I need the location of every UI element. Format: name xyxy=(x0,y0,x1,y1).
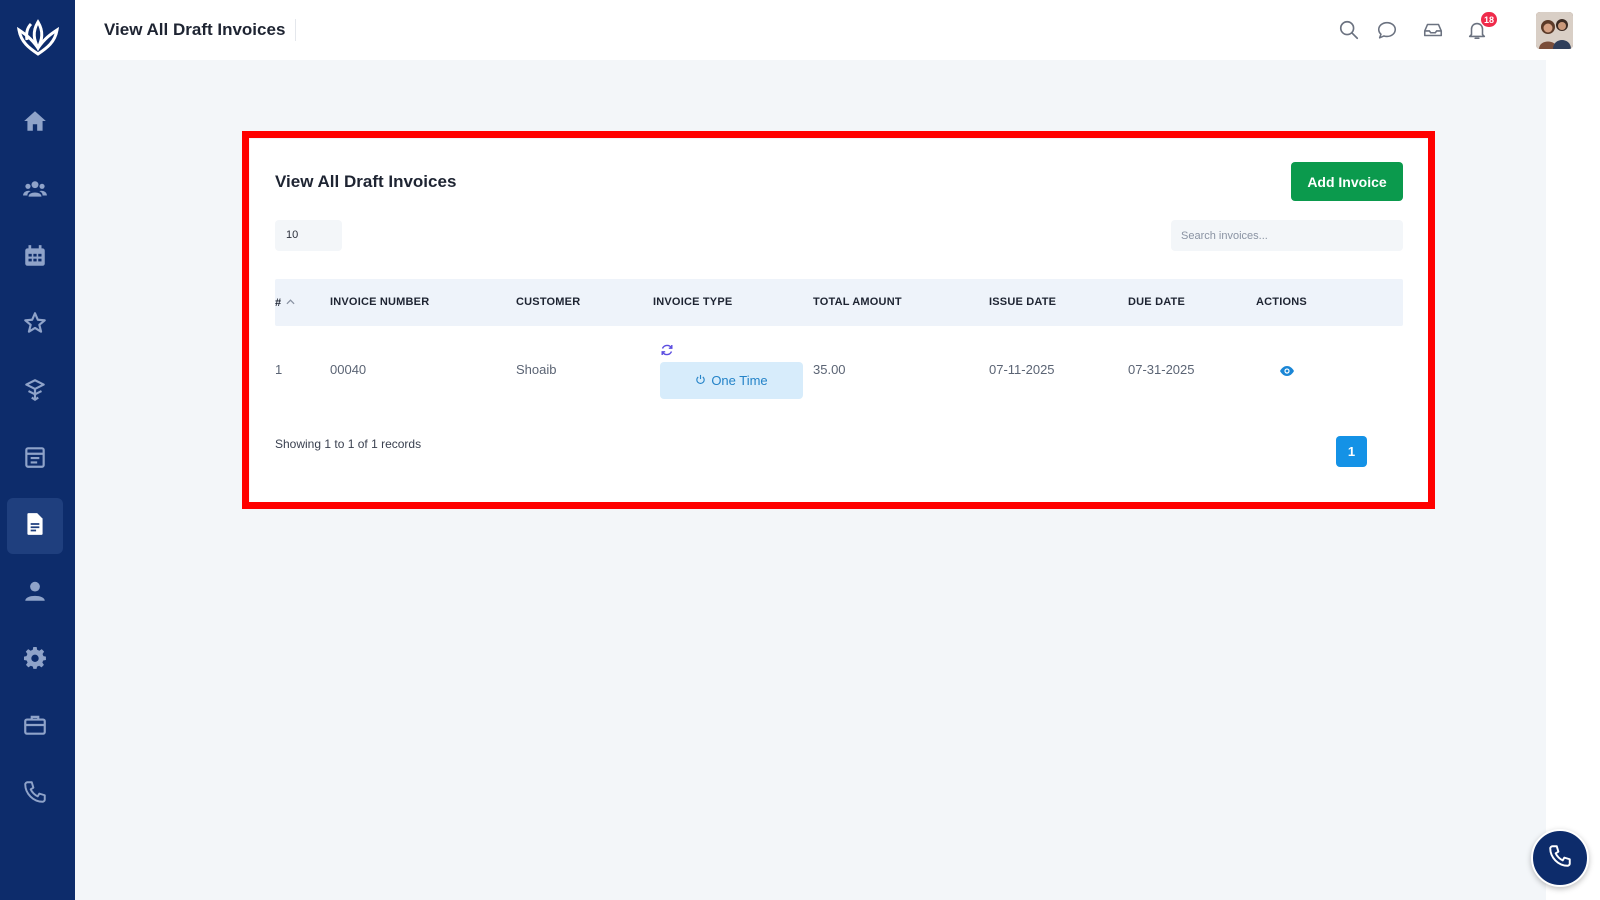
column-header-customer[interactable]: CUSTOMER xyxy=(516,296,580,308)
records-summary: Showing 1 to 1 of 1 records xyxy=(275,437,422,451)
briefcase-icon xyxy=(22,712,48,743)
schedule-icon xyxy=(22,444,48,475)
sidebar xyxy=(0,0,75,900)
page-title: View All Draft Invoices xyxy=(104,19,297,41)
right-gutter xyxy=(1546,60,1600,900)
gear-icon xyxy=(22,645,48,676)
pagination-page-button[interactable]: 1 xyxy=(1336,436,1367,467)
sidebar-item-favorites[interactable] xyxy=(7,297,63,353)
phone-call-icon xyxy=(1547,843,1573,874)
page-size-select[interactable]: 10 xyxy=(275,220,342,251)
due-date: 07-31-2025 xyxy=(1128,362,1195,377)
search-icon[interactable] xyxy=(1337,18,1361,42)
calendar-icon xyxy=(22,243,48,274)
draft-invoices-card: View All Draft Invoices Add Invoice 10 #… xyxy=(250,139,1428,502)
power-icon xyxy=(695,373,706,388)
call-button[interactable] xyxy=(1531,829,1589,887)
notification-badge: 18 xyxy=(1480,12,1497,27)
column-header-index[interactable]: # xyxy=(275,296,295,309)
star-icon xyxy=(22,310,48,341)
row-index: 1 xyxy=(275,362,283,377)
phone-icon xyxy=(22,779,48,810)
table-row: 1 00040 Shoaib One Time 35.00 07-11-2025… xyxy=(275,326,1403,414)
sidebar-item-inventory[interactable] xyxy=(7,364,63,420)
invoice-number: 00040 xyxy=(330,362,367,377)
column-header-total-amount[interactable]: TOTAL AMOUNT xyxy=(813,296,902,308)
invoice-icon xyxy=(22,511,48,542)
sidebar-item-profile[interactable] xyxy=(7,565,63,621)
brand-logo-icon[interactable] xyxy=(15,18,61,58)
sidebar-item-jobs[interactable] xyxy=(7,699,63,755)
issue-date: 07-11-2025 xyxy=(989,362,1055,377)
sidebar-item-settings[interactable] xyxy=(7,632,63,688)
home-icon xyxy=(22,108,48,139)
column-header-due-date[interactable]: DUE DATE xyxy=(1128,296,1185,308)
column-header-actions: ACTIONS xyxy=(1256,296,1307,308)
sidebar-item-schedule[interactable] xyxy=(7,431,63,487)
invoice-type-label: One Time xyxy=(711,373,768,388)
sidebar-item-users[interactable] xyxy=(7,163,63,219)
customer-name: Shoaib xyxy=(516,362,557,377)
avatar[interactable] xyxy=(1536,12,1573,49)
top-bar: View All Draft Invoices 18 xyxy=(75,0,1600,60)
recurring-icon xyxy=(660,343,674,357)
sort-up-icon[interactable] xyxy=(286,296,295,308)
invoice-type-badge: One Time xyxy=(660,362,803,399)
box-icon xyxy=(22,377,48,408)
chat-icon[interactable] xyxy=(1375,18,1399,42)
search-input[interactable] xyxy=(1171,220,1403,251)
inbox-icon[interactable] xyxy=(1421,18,1445,42)
view-eye-icon[interactable] xyxy=(1279,363,1295,379)
column-header-issue-date[interactable]: ISSUE DATE xyxy=(989,296,1056,308)
sidebar-item-calls[interactable] xyxy=(7,766,63,822)
sidebar-item-calendar[interactable] xyxy=(7,230,63,286)
users-icon xyxy=(22,176,48,207)
table-header: # INVOICE NUMBER CUSTOMER INVOICE TYPE T… xyxy=(275,279,1403,326)
total-amount: 35.00 xyxy=(813,362,846,377)
add-invoice-button[interactable]: Add Invoice xyxy=(1291,162,1403,201)
user-icon xyxy=(22,578,48,609)
card-title: View All Draft Invoices xyxy=(275,172,457,191)
notification-bell-icon[interactable]: 18 xyxy=(1465,12,1497,42)
column-header-invoice-number[interactable]: INVOICE NUMBER xyxy=(330,296,429,308)
sidebar-item-home[interactable] xyxy=(7,95,63,151)
column-header-invoice-type[interactable]: INVOICE TYPE xyxy=(653,296,732,308)
sidebar-item-invoices[interactable] xyxy=(7,498,63,554)
